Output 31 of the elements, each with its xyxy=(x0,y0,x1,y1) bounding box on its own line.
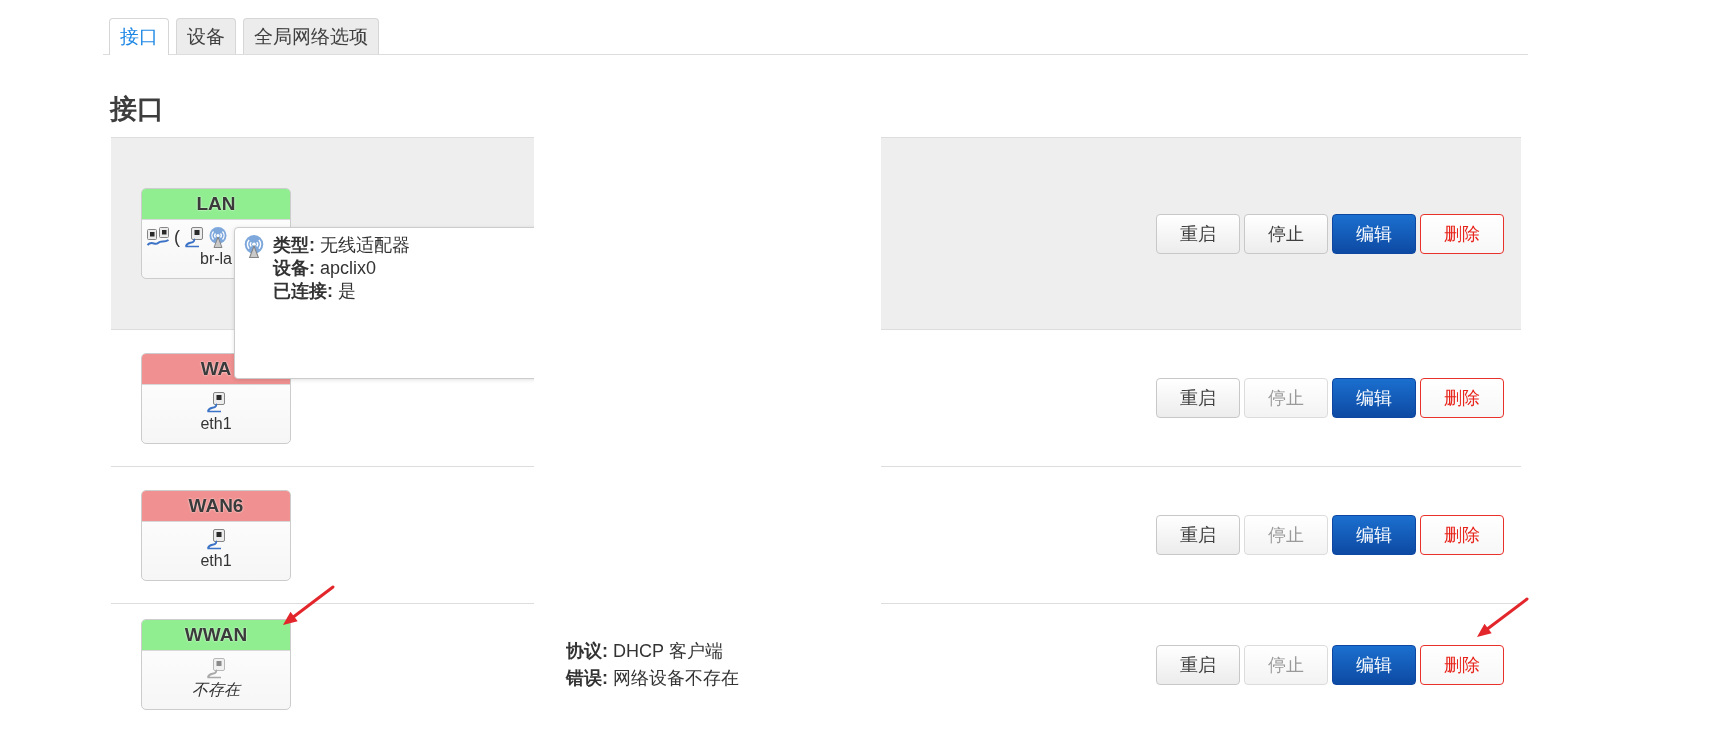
edit-button[interactable]: 编辑 xyxy=(1332,515,1416,555)
edit-button[interactable]: 编辑 xyxy=(1332,378,1416,418)
interface-name: LAN xyxy=(142,189,290,220)
interface-name: WWAN xyxy=(142,620,290,651)
status-line: 协议: DHCP 客户端 xyxy=(566,639,724,663)
delete-button[interactable]: 删除 xyxy=(1420,515,1504,555)
status-line: 错误: 网络设备不存在 xyxy=(566,666,740,690)
tab[interactable]: 接口 xyxy=(109,18,169,55)
delete-button[interactable]: 删除 xyxy=(1420,213,1504,254)
device-name: eth1 xyxy=(200,413,232,434)
restart-button[interactable]: 重启 xyxy=(1156,213,1240,254)
stop-button[interactable]: 停止 xyxy=(1244,213,1328,254)
section-title: 接口 xyxy=(110,93,165,125)
interface-name: WAN6 xyxy=(142,490,290,522)
device-name: eth1 xyxy=(200,550,232,571)
restart-button[interactable]: 重启 xyxy=(1156,644,1240,685)
device-name: 不存在 xyxy=(192,680,240,700)
delete-button[interactable]: 删除 xyxy=(1420,378,1504,418)
delete-button[interactable]: 删除 xyxy=(1420,644,1504,685)
restart-button[interactable]: 重启 xyxy=(1156,515,1240,555)
device-name: br-la xyxy=(200,249,232,269)
tab[interactable]: 全局网络选项 xyxy=(243,18,379,54)
edit-button[interactable]: 编辑 xyxy=(1332,213,1416,254)
restart-button[interactable]: 重启 xyxy=(1156,378,1240,418)
tooltip-line: 类型: 无线适配器 xyxy=(273,234,410,257)
tooltip-line: 已连接: 是 xyxy=(273,280,357,303)
tooltip-line: 设备: apclix0 xyxy=(273,257,378,280)
tab[interactable]: 设备 xyxy=(176,18,236,54)
antenna-icon xyxy=(243,234,265,258)
bracket-text: ( xyxy=(174,226,180,248)
edit-button[interactable]: 编辑 xyxy=(1332,644,1416,685)
